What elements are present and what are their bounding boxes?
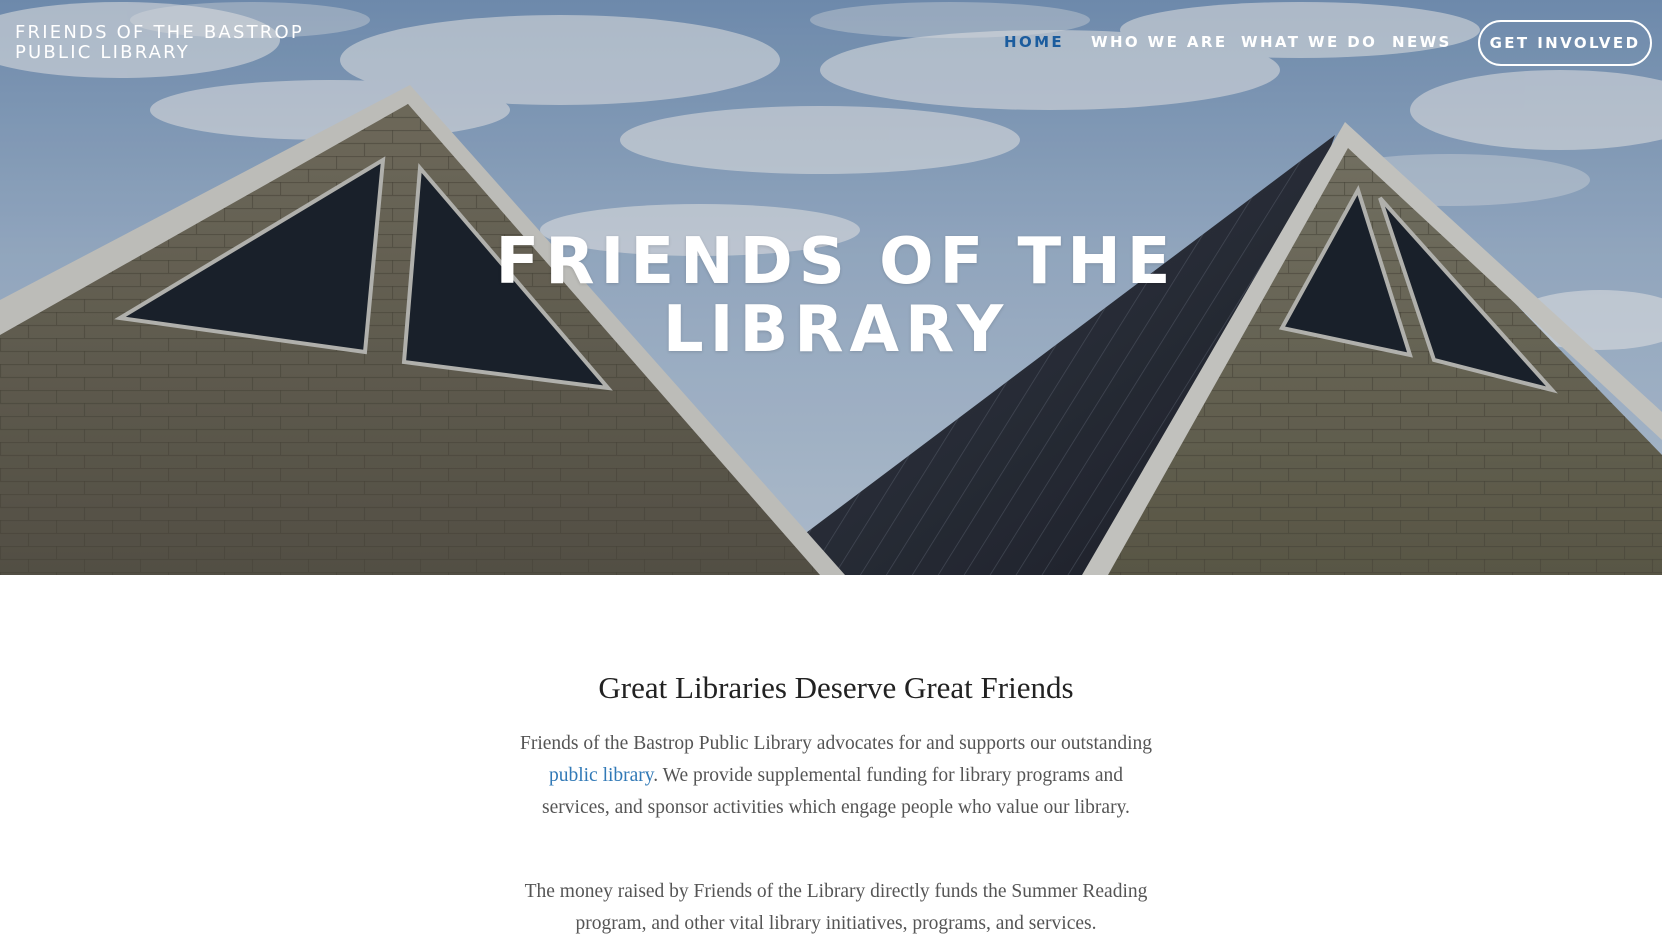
hero-heading-line-1: FRIENDS OF THE bbox=[495, 225, 1177, 299]
hero-banner: FRIENDS OF THE BASTROP PUBLIC LIBRARY HO… bbox=[0, 0, 1662, 575]
hero-heading: FRIENDS OF THE LIBRARY bbox=[431, 228, 1241, 364]
page: FRIENDS OF THE BASTROP PUBLIC LIBRARY HO… bbox=[0, 0, 1662, 935]
get-involved-button[interactable]: GET INVOLVED bbox=[1478, 20, 1652, 66]
nav-who-we-are[interactable]: WHO WE ARE bbox=[1091, 33, 1228, 51]
intro-paragraph: Friends of the Bastrop Public Library ad… bbox=[520, 728, 1152, 824]
nav-home[interactable]: HOME bbox=[1004, 33, 1064, 51]
public-library-link[interactable]: public library bbox=[549, 765, 653, 786]
nav-what-we-do[interactable]: WHAT WE DO bbox=[1241, 33, 1377, 51]
intro-section: Great Libraries Deserve Great Friends Fr… bbox=[0, 575, 1662, 935]
section-heading: Great Libraries Deserve Great Friends bbox=[598, 670, 1074, 705]
nav-news[interactable]: NEWS bbox=[1392, 33, 1452, 51]
intro-text-start: Friends of the Bastrop Public Library ad… bbox=[520, 733, 1153, 754]
hero-heading-line-2: LIBRARY bbox=[662, 293, 1010, 367]
get-involved-label: GET INVOLVED bbox=[1489, 34, 1641, 52]
site-title-link[interactable]: FRIENDS OF THE BASTROP PUBLIC LIBRARY bbox=[15, 23, 335, 63]
funding-paragraph: The money raised by Friends of the Libra… bbox=[524, 881, 1148, 934]
